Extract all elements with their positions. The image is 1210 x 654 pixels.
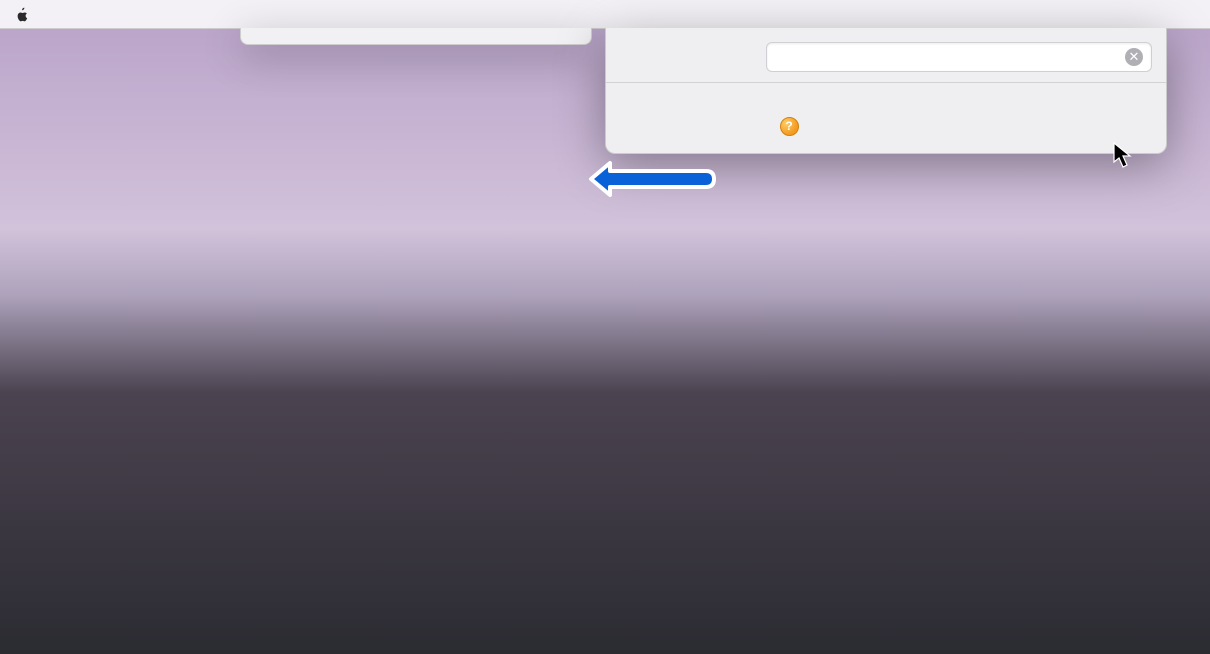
- help-section-menu-items: [606, 89, 1166, 91]
- clear-search-icon[interactable]: ✕: [1125, 48, 1143, 66]
- help-section-label: [606, 89, 772, 91]
- help-show-all-topics[interactable]: ?: [772, 113, 1166, 139]
- desktop: ✕ ?: [0, 0, 1210, 654]
- callout-arrow-icon: [588, 160, 718, 198]
- help-panel: ✕ ?: [605, 28, 1167, 154]
- separator: [606, 82, 1166, 83]
- format-menu: [240, 28, 592, 45]
- help-section-label: [606, 101, 772, 103]
- menubar: [0, 0, 1210, 29]
- help-footer: ?: [606, 113, 1166, 139]
- apple-logo-icon[interactable]: [12, 5, 30, 23]
- menubar-app-name[interactable]: [46, 0, 68, 28]
- help-search-row: ✕: [606, 38, 1166, 82]
- help-section-topics: [606, 101, 1166, 103]
- help-search-field[interactable]: ✕: [766, 42, 1152, 72]
- help-topic-icon: ?: [778, 117, 800, 136]
